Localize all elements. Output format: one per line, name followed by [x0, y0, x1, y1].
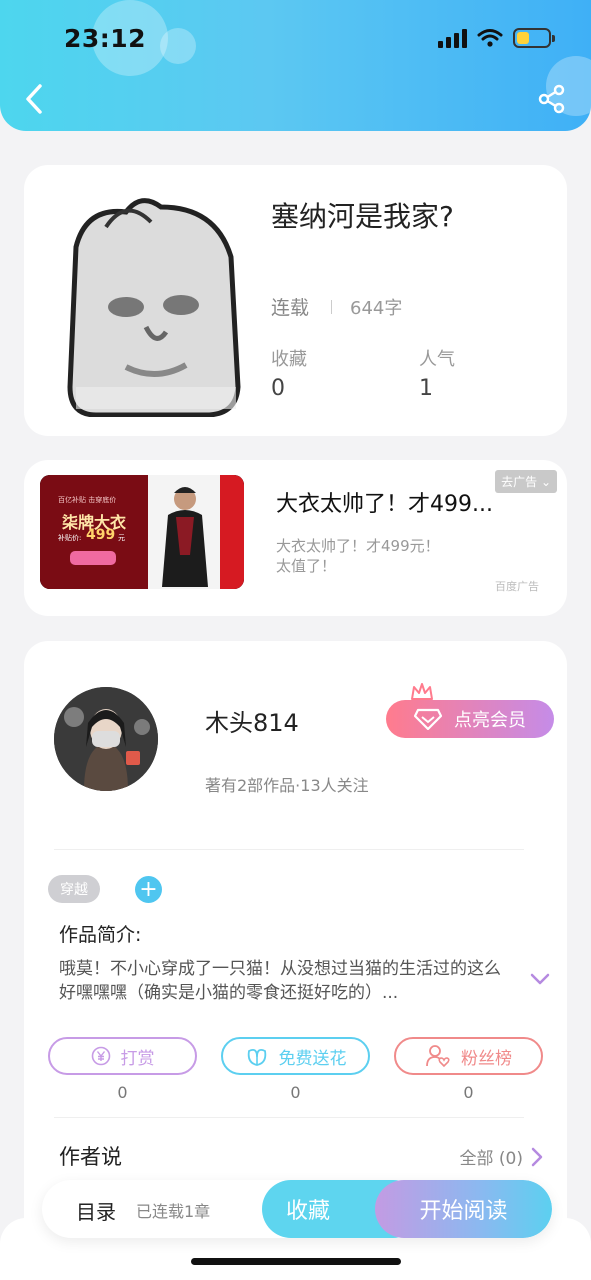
- signal-icon: [438, 28, 467, 48]
- vip-button[interactable]: 点亮会员: [386, 700, 554, 738]
- book-title: 塞纳河是我家?: [271, 200, 454, 233]
- ad-image[interactable]: 百亿补贴 击穿底价 柒牌大衣 补贴价: 499 元: [40, 475, 244, 589]
- book-info-card: 塞纳河是我家? 连载 644字 收藏 0 人气 1: [24, 165, 567, 436]
- author-said-all-label: 全部 (0): [459, 1149, 523, 1169]
- wifi-icon: [477, 29, 503, 47]
- favorite-label: 收藏: [286, 1199, 331, 1224]
- author-said-all-button[interactable]: 全部 (0): [460, 1144, 543, 1169]
- home-indicator[interactable]: [191, 1258, 401, 1265]
- author-said-label: 作者说: [59, 1145, 122, 1169]
- author-card: 木头814 著有2部作品·13人关注 点亮会员 穿越 + 作品简介: 哦莫！不小…: [24, 641, 567, 1261]
- chevron-down-icon[interactable]: [529, 971, 551, 987]
- share-icon[interactable]: [537, 84, 567, 114]
- ad-image-price-label: 补贴价:: [58, 534, 82, 542]
- book-status: 连载: [271, 297, 310, 319]
- cover-image: [66, 187, 242, 417]
- chapter-count: 已连载1章: [136, 1202, 211, 1221]
- avatar[interactable]: [54, 687, 158, 791]
- intro-text: 哦莫！不小心穿成了一只猫！从没想过当猫的生活过的这么好嘿嘿嘿（确实是小猫的零食还…: [59, 959, 501, 1003]
- divider: [54, 849, 524, 850]
- intro-label: 作品简介:: [59, 924, 142, 946]
- book-cover: [66, 187, 242, 417]
- vip-label: 点亮会员: [454, 710, 526, 731]
- add-tag-button[interactable]: +: [135, 876, 162, 903]
- ad-image-unit: 元: [118, 534, 125, 542]
- popularity-value: 1: [419, 376, 433, 401]
- ad-description[interactable]: 大衣太帅了！才499元！太值了！: [276, 536, 446, 576]
- popularity-label: 人气: [419, 349, 455, 370]
- flower-count: 0: [290, 1083, 301, 1102]
- ad-title[interactable]: 大衣太帅了！才499...: [276, 486, 526, 518]
- battery-icon: [513, 28, 555, 48]
- fan-rank-button[interactable]: 粉丝榜: [394, 1037, 543, 1075]
- favorites-label: 收藏: [271, 349, 307, 370]
- header: 23:12: [0, 0, 591, 131]
- fan-count: 0: [463, 1083, 474, 1102]
- start-reading-label: 开始阅读: [419, 1199, 508, 1224]
- toc-button[interactable]: 目录: [76, 1196, 116, 1225]
- diamond-icon: [414, 708, 442, 730]
- tip-button[interactable]: 打赏: [48, 1037, 197, 1075]
- user-heart-icon: [426, 1045, 450, 1068]
- word-count: 644字: [350, 297, 403, 319]
- status-icons: [438, 28, 555, 48]
- yen-coin-icon: [91, 1046, 110, 1066]
- book-meta: 连载 644字: [271, 293, 402, 320]
- ad-card[interactable]: 百亿补贴 击穿底价 柒牌大衣 补贴价: 499 元 大衣太帅了！才499... …: [24, 460, 567, 616]
- favorites-value: 0: [271, 376, 285, 401]
- back-icon[interactable]: [20, 82, 50, 116]
- author-name[interactable]: 木头814: [205, 703, 299, 738]
- genre-tag[interactable]: 穿越: [48, 875, 100, 903]
- meta-divider: [331, 299, 333, 314]
- ad-source: 百度广告: [495, 580, 539, 593]
- start-reading-button[interactable]: 开始阅读: [375, 1180, 552, 1238]
- remove-ad-button[interactable]: 去广告 ⌄: [495, 470, 557, 493]
- author-stats: 著有2部作品·13人关注: [205, 776, 369, 795]
- fan-rank-label: 粉丝榜: [461, 1048, 512, 1069]
- ad-image-top: 百亿补贴 击穿底价: [58, 496, 117, 504]
- tip-label: 打赏: [120, 1048, 155, 1069]
- flower-icon: [247, 1048, 266, 1066]
- ad-image-price: 499: [86, 527, 116, 543]
- send-flower-button[interactable]: 免费送花: [221, 1037, 370, 1075]
- send-flower-label: 免费送花: [278, 1048, 347, 1069]
- status-time: 23:12: [64, 24, 147, 53]
- divider: [54, 1117, 524, 1118]
- bottom-action-bar: 目录 已连载1章 收藏 开始阅读: [42, 1180, 552, 1238]
- decor-bubble: [160, 28, 196, 64]
- tip-count: 0: [117, 1083, 128, 1102]
- chevron-right-icon: [531, 1147, 543, 1166]
- remove-ad-label: 去广告: [501, 475, 538, 489]
